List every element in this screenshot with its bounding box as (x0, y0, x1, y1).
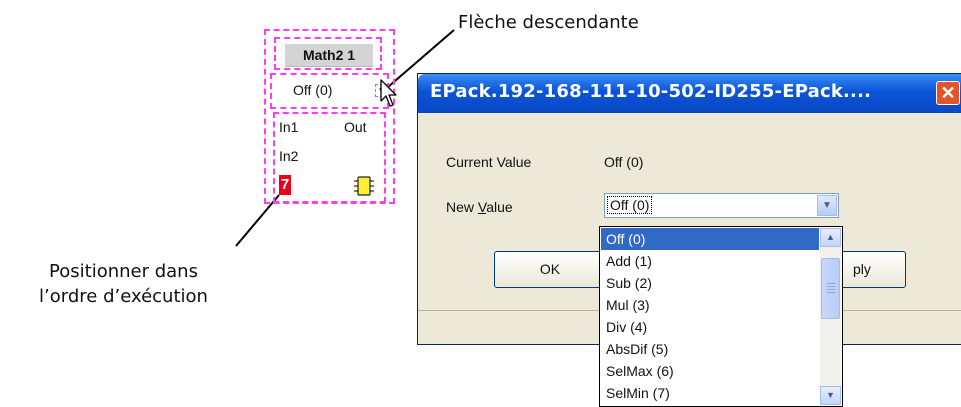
dropdown-option[interactable]: Add (1) (601, 250, 819, 272)
mouse-cursor-icon (380, 79, 397, 107)
output-port-out[interactable]: Out (344, 119, 367, 135)
dropdown-option[interactable]: SelMax (6) (601, 360, 819, 382)
new-value-label-post: alue (486, 199, 513, 215)
chip-icon (354, 176, 374, 196)
scroll-up-button[interactable]: ▲ (820, 228, 841, 247)
execution-order-annotation: Positionner dans l’ordre d’exécution (5, 259, 242, 309)
dropdown-option[interactable]: Off (0) (601, 228, 819, 250)
dropdown-scrollbar[interactable]: ▲ ▼ (820, 228, 841, 405)
block-title: Math2 1 (285, 44, 373, 67)
dropdown-option[interactable]: Sub (2) (601, 272, 819, 294)
input-port-in2[interactable]: In2 (279, 148, 298, 164)
grip-line (827, 292, 835, 293)
new-value-dropdown-list[interactable]: Off (0) Add (1) Sub (2) Mul (3) Div (4) … (599, 226, 843, 407)
execution-order-annotation-line2: l’ordre d’exécution (39, 286, 208, 307)
grip-line (827, 286, 835, 287)
chevron-up-icon: ▲ (826, 232, 835, 242)
current-value: Off (0) (604, 154, 644, 170)
input-port-in1[interactable]: In1 (279, 119, 298, 135)
current-value-label: Current Value (446, 154, 532, 170)
dialog-title: EPack.192-168-111-10-502-ID255-EPack.... (430, 81, 872, 102)
new-value-select[interactable]: Off (0) ▼ (604, 193, 839, 218)
chevron-down-icon[interactable]: ▼ (817, 195, 837, 216)
new-value-selected: Off (0) (606, 196, 653, 214)
scroll-down-button[interactable]: ▼ (820, 386, 841, 405)
execution-order-annotation-line1: Positionner dans (49, 261, 198, 282)
chevron-down-icon: ▼ (826, 390, 835, 400)
new-value-label-pre: New (446, 199, 478, 215)
new-value-label: New Value (446, 199, 513, 215)
execution-order-badge[interactable]: 7 (279, 175, 291, 195)
close-button[interactable]: ✕ (936, 81, 960, 105)
close-icon: ✕ (940, 83, 956, 103)
math-function-block[interactable]: Math2 1 Off (0) ▼ In1 Out In2 7 (264, 29, 397, 204)
down-arrow-annotation: Flèche descendante (458, 12, 639, 33)
grip-line (827, 289, 835, 290)
scroll-thumb[interactable] (821, 258, 840, 319)
new-value-label-accelerator: V (477, 199, 487, 215)
block-value-text: Off (0) (293, 82, 333, 98)
ok-button[interactable]: OK (494, 251, 606, 288)
dropdown-option[interactable]: Div (4) (601, 316, 819, 338)
dialog-title-bar[interactable]: EPack.192-168-111-10-502-ID255-EPack....… (418, 74, 961, 113)
grip-line (827, 283, 835, 284)
dropdown-option[interactable]: Mul (3) (601, 294, 819, 316)
dropdown-option[interactable]: SelMin (7) (601, 382, 819, 404)
dropdown-option[interactable]: AbsDif (5) (601, 338, 819, 360)
